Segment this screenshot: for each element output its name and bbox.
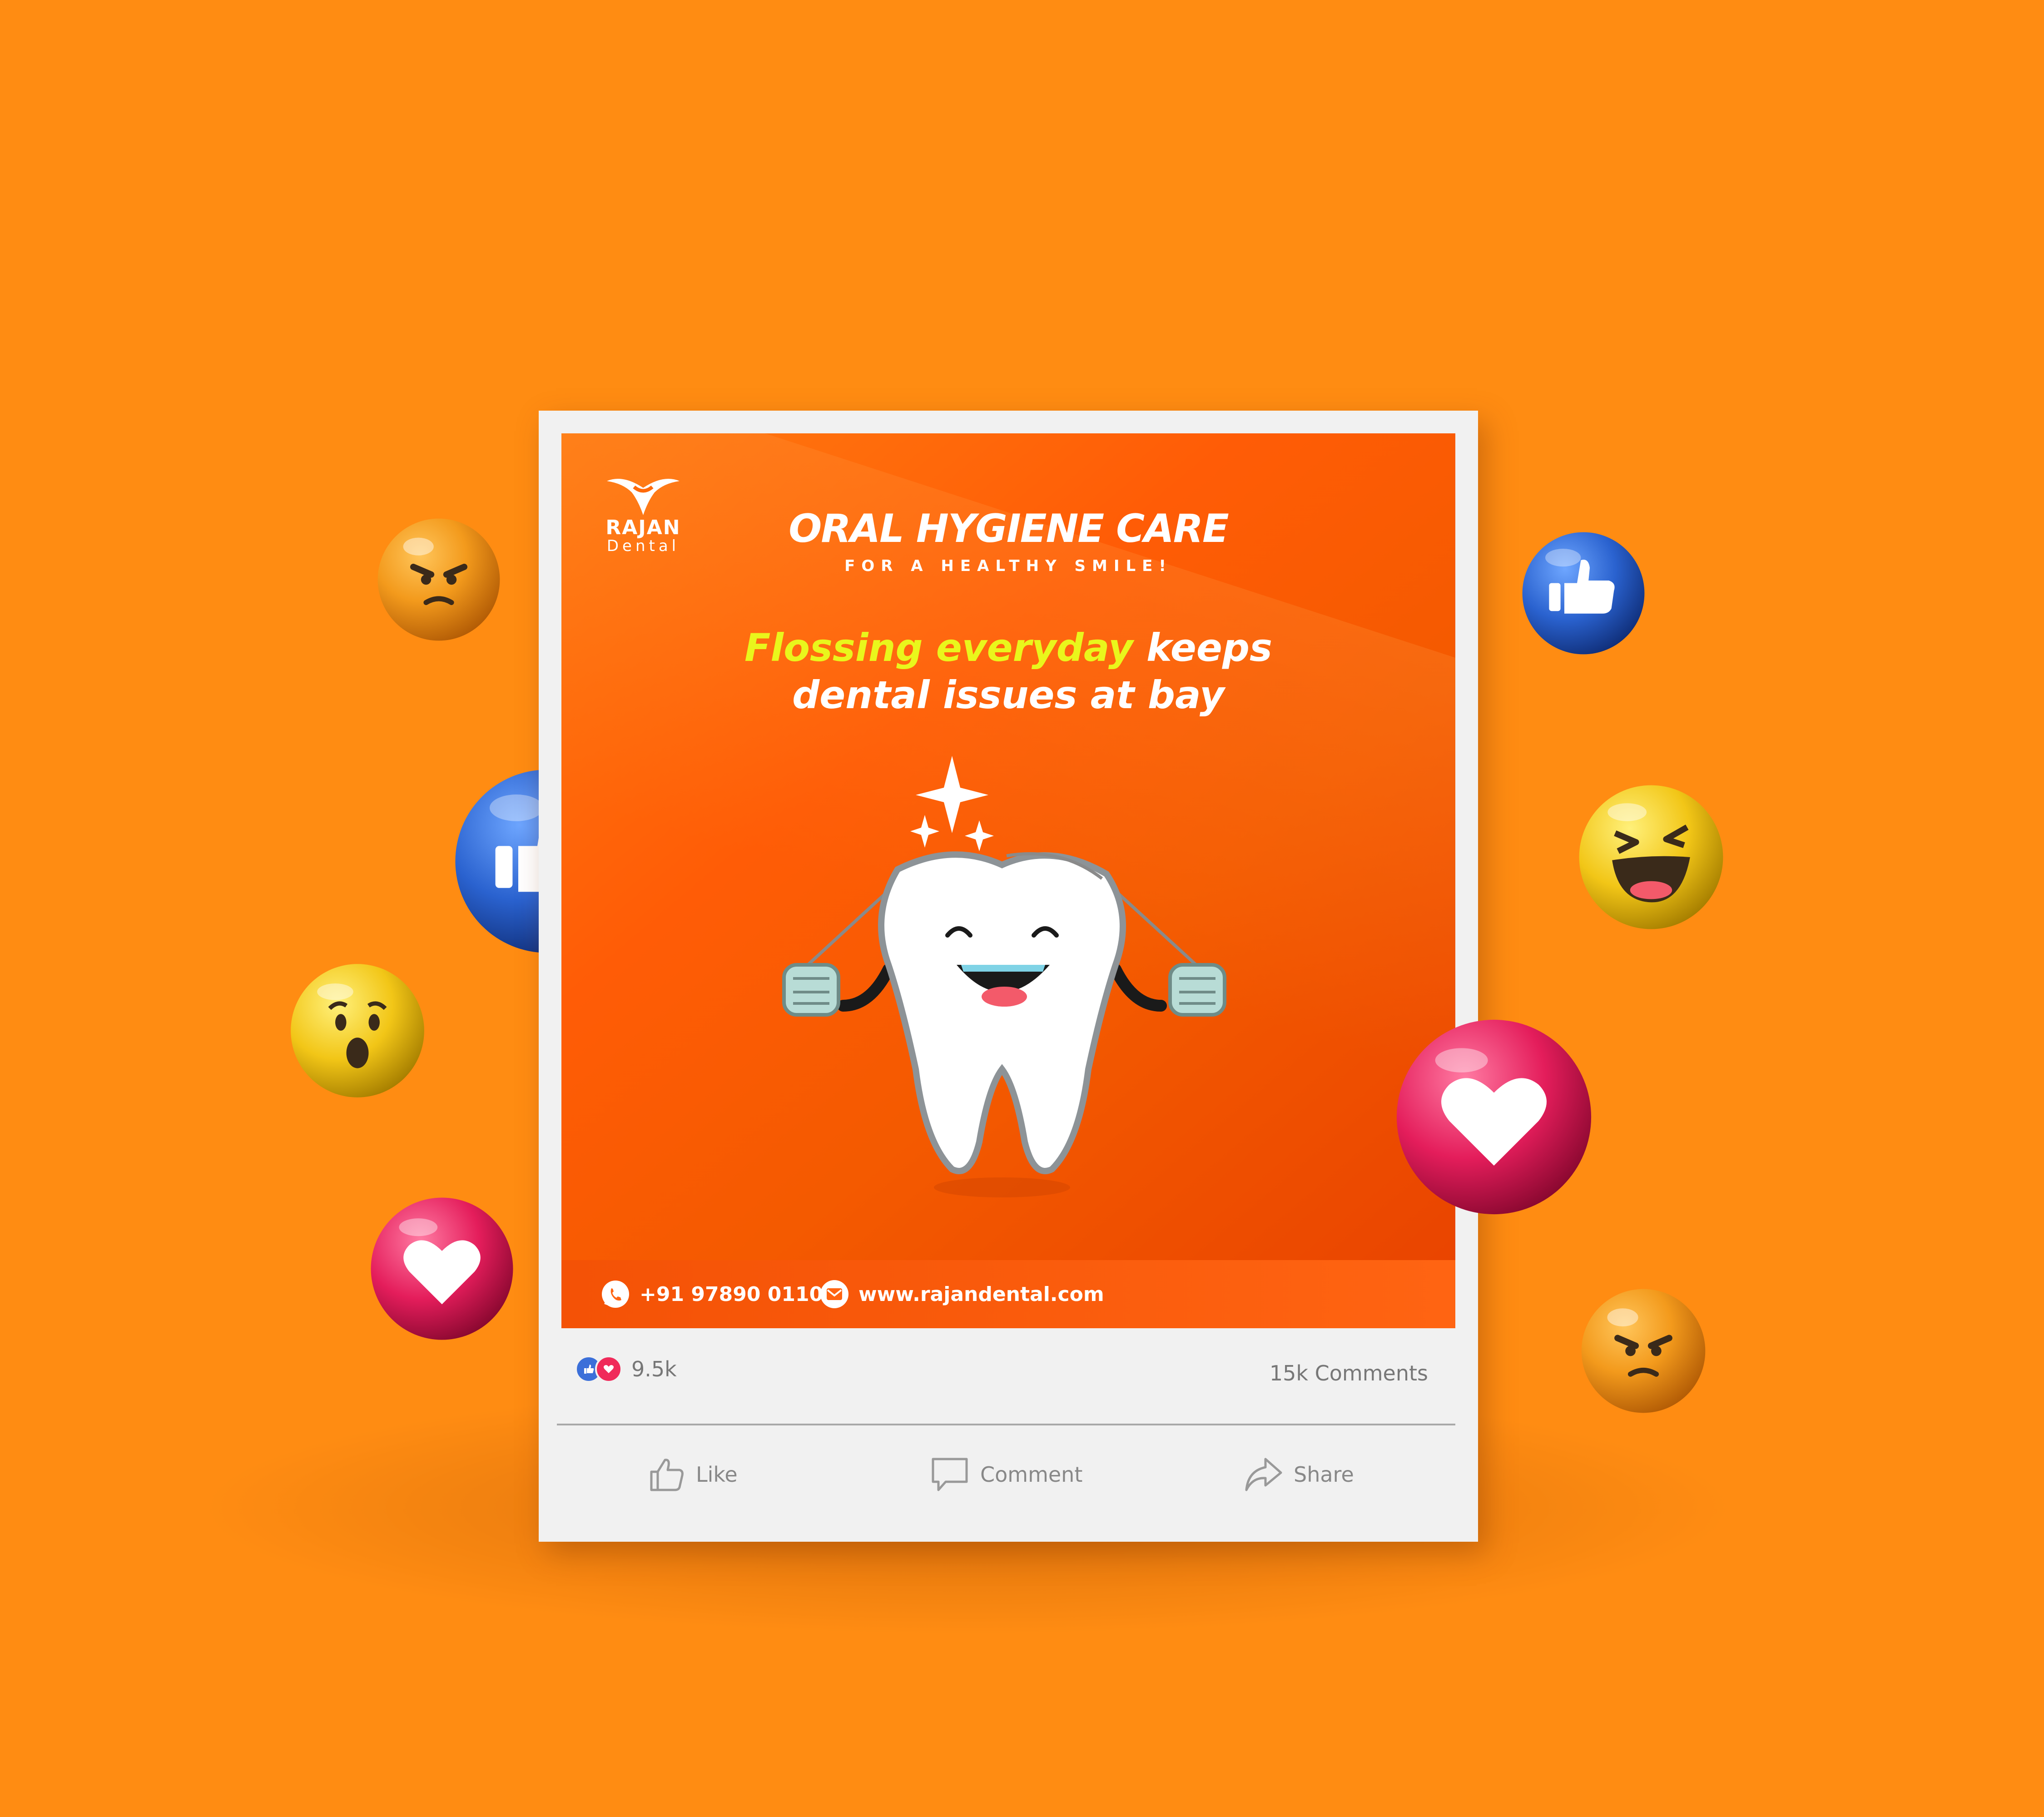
- love-emoji-icon: [368, 1195, 516, 1343]
- love-emoji-icon: [1393, 1016, 1595, 1218]
- website-url: www.rajandental.com: [858, 1282, 1104, 1306]
- scene: RAJAN Dental ORAL HYGIENE CARE FOR A HEA…: [0, 0, 2044, 1817]
- reaction-summary[interactable]: 9.5k: [575, 1355, 677, 1383]
- email-icon: [820, 1280, 848, 1308]
- contact-bar: +91 97890 01100 www.rajandental.com: [561, 1260, 1455, 1328]
- website-contact[interactable]: www.rajandental.com: [819, 1279, 1104, 1309]
- right-fist-icon: [1168, 963, 1226, 1017]
- whatsapp-icon: [602, 1281, 629, 1308]
- comment-count[interactable]: 15k Comments: [1270, 1361, 1428, 1385]
- post-message: Flossing everyday keeps dental issues at…: [561, 624, 1455, 719]
- like-label: Like: [696, 1462, 738, 1487]
- angry-emoji-icon: [1579, 1286, 1708, 1415]
- sparkle-icon: [910, 756, 994, 851]
- share-button[interactable]: Share: [1243, 1455, 1354, 1494]
- love-reaction-icon: [595, 1355, 622, 1383]
- haha-emoji-icon: [1576, 782, 1726, 932]
- social-post-card: RAJAN Dental ORAL HYGIENE CARE FOR A HEA…: [539, 411, 1478, 1542]
- like-button[interactable]: Like: [648, 1455, 738, 1494]
- wow-emoji-icon: [288, 961, 427, 1100]
- tooth-mascot-illustration: [782, 756, 1226, 1197]
- comment-bubble-icon: [932, 1458, 968, 1491]
- post-headline: ORAL HYGIENE CARE: [789, 506, 1229, 551]
- share-arrow-icon: [1245, 1458, 1282, 1491]
- share-label: Share: [1294, 1462, 1354, 1487]
- reaction-count: 9.5k: [631, 1357, 677, 1381]
- phone-contact[interactable]: +91 97890 01100: [600, 1279, 837, 1309]
- comment-label: Comment: [980, 1462, 1083, 1487]
- message-line1-rest: keeps: [1133, 626, 1272, 670]
- post-subheadline: FOR A HEALTHY SMILE!: [844, 557, 1172, 575]
- like-emoji-icon: [1520, 530, 1647, 657]
- angry-emoji-icon: [375, 516, 502, 643]
- thumbs-up-icon: [650, 1459, 684, 1491]
- post-image: RAJAN Dental ORAL HYGIENE CARE FOR A HEA…: [561, 433, 1455, 1328]
- message-line2: dental issues at bay: [792, 673, 1225, 717]
- comment-button[interactable]: Comment: [929, 1455, 1082, 1494]
- phone-number: +91 97890 01100: [640, 1282, 837, 1306]
- left-fist-icon: [782, 963, 840, 1017]
- divider: [557, 1424, 1455, 1425]
- message-highlight: Flossing everyday: [744, 626, 1133, 670]
